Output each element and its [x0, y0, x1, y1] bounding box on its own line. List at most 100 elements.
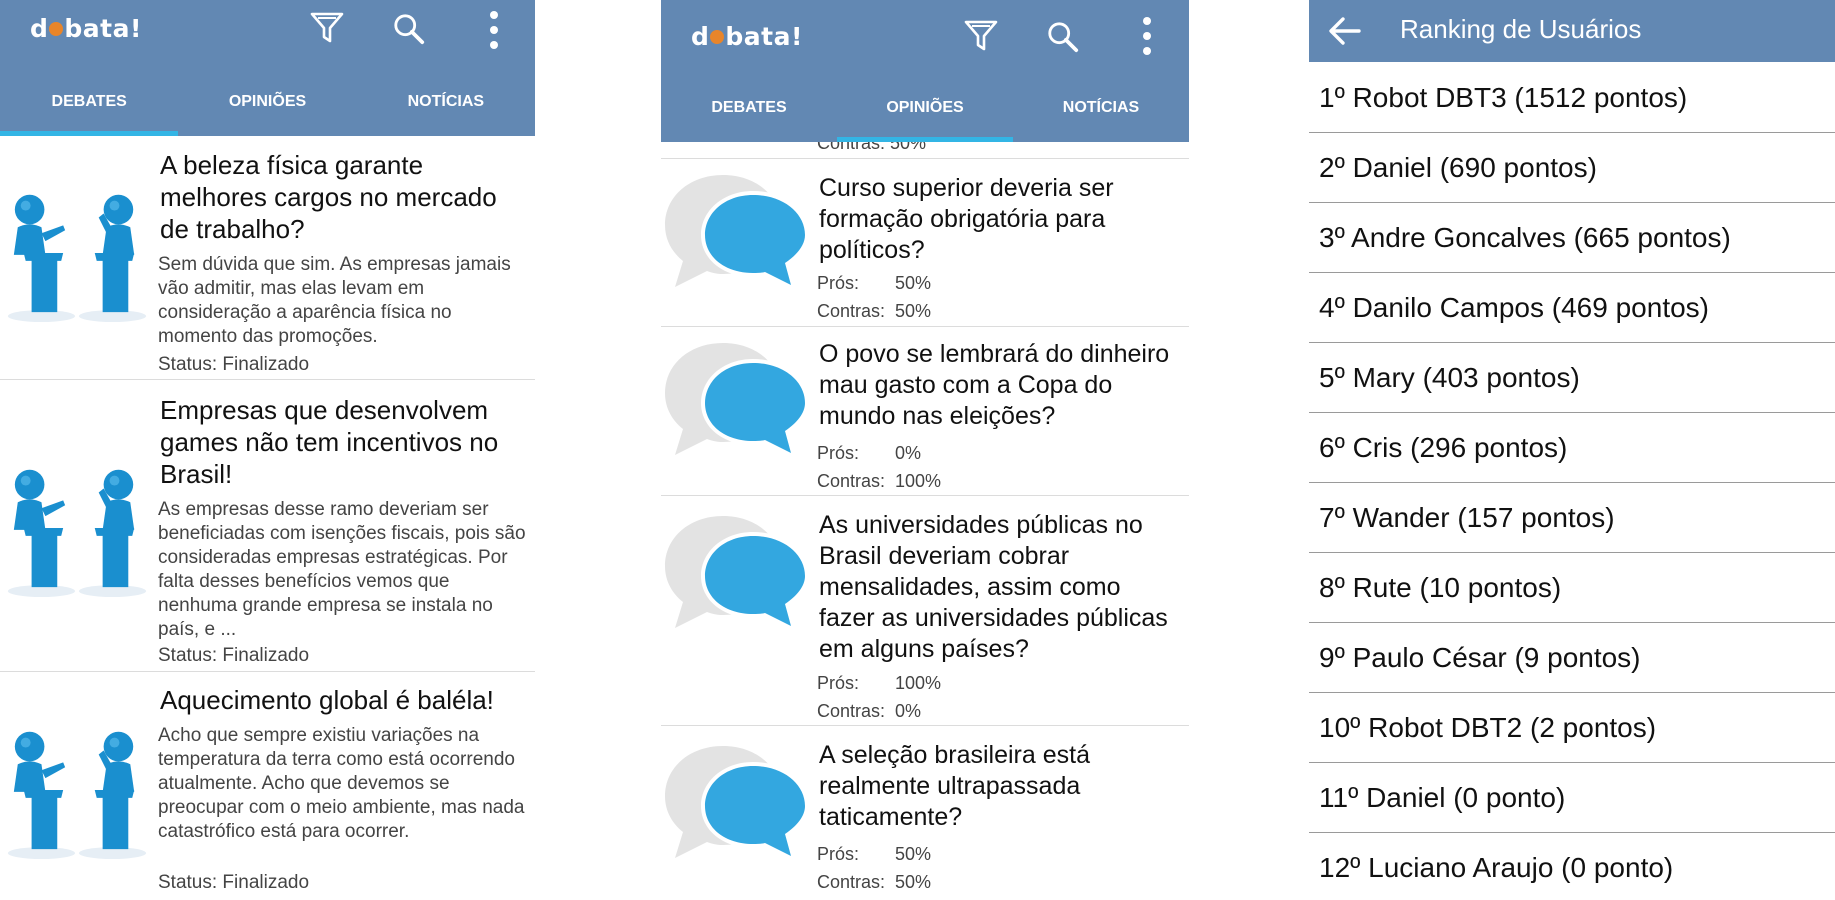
filter-icon[interactable]	[963, 18, 999, 54]
cons-value: 0%	[895, 701, 922, 721]
opinion-title: Curso superior deveria ser formação obri…	[819, 174, 1114, 264]
debate-title: A beleza física garante melhores cargos …	[160, 150, 497, 244]
debate-item[interactable]: Aquecimento global é baléla! Acho que se…	[0, 672, 535, 900]
app-logo: d bata!	[30, 14, 142, 43]
tab-label: DEBATES	[51, 93, 127, 110]
opinion-cons: Contras: 50%	[817, 868, 931, 896]
app-bar: d bata! DEBATES OPINIÕES NOTÍCIAS	[0, 0, 535, 136]
ranking-row[interactable]: 10º Robot DBT2 (2 pontos)	[1309, 693, 1835, 763]
ranking-row[interactable]: 2º Daniel (690 pontos)	[1309, 133, 1835, 203]
tab-debates[interactable]: DEBATES	[661, 94, 837, 142]
ranking-row[interactable]: 5º Mary (403 pontos)	[1309, 343, 1835, 413]
search-icon[interactable]	[392, 12, 426, 46]
logo-text-start: d	[691, 22, 710, 51]
debate-status: Status: Finalizado	[158, 645, 310, 666]
overflow-menu-icon[interactable]	[1141, 16, 1153, 56]
speech-bubble-icon	[661, 335, 821, 465]
app-bar: Ranking de Usuários	[1309, 0, 1835, 62]
tab-label: OPINIÕES	[886, 99, 964, 116]
opinion-item[interactable]: A seleção brasileira está realmente ultr…	[661, 726, 1189, 900]
debate-podium-icon	[2, 712, 150, 862]
search-icon[interactable]	[1046, 20, 1080, 54]
debate-item[interactable]: Empresas que desenvolvem games não tem i…	[0, 380, 535, 672]
debate-podium-icon	[2, 175, 150, 325]
tab-label: NOTÍCIAS	[407, 93, 485, 110]
cons-label: Contras:	[817, 471, 886, 491]
opinion-title: O povo se lembrará do dinheiro mau gasto…	[819, 340, 1170, 430]
opinion-cons: Contras: 50%	[817, 297, 931, 325]
pros-label: Prós:	[817, 443, 860, 463]
debate-summary: As empresas desse ramo deveriam ser bene…	[158, 499, 526, 640]
tab-label: DEBATES	[711, 99, 787, 116]
logo-text-end: bata!	[64, 14, 142, 43]
ranking-row[interactable]: 1º Robot DBT3 (1512 pontos)	[1309, 63, 1835, 133]
logo-text-start: d	[30, 14, 49, 43]
opinion-title: A seleção brasileira está realmente ultr…	[819, 741, 1090, 831]
debate-summary: Sem dúvida que sim. As empresas jamais v…	[158, 254, 511, 347]
overflow-menu-icon[interactable]	[488, 10, 500, 50]
logo-dot	[710, 30, 725, 44]
debate-title: Empresas que desenvolvem games não tem i…	[160, 395, 499, 489]
cons-value: 50%	[895, 301, 932, 321]
tab-noticias[interactable]: NOTÍCIAS	[357, 88, 535, 136]
opinion-item[interactable]: Curso superior deveria ser formação obri…	[661, 159, 1189, 327]
debate-status: Status: Finalizado	[158, 354, 310, 375]
pros-value: 50%	[895, 844, 932, 864]
page-title: Ranking de Usuários	[1400, 14, 1642, 44]
ranking-row[interactable]: 4º Danilo Campos (469 pontos)	[1309, 273, 1835, 343]
opinion-cons: Contras: 100%	[817, 467, 941, 495]
pros-value: 100%	[895, 673, 942, 693]
pros-label: Prós:	[817, 844, 860, 864]
app-logo: d bata!	[691, 22, 803, 51]
cons-value: 100%	[895, 471, 942, 491]
tab-bar: DEBATES OPINIÕES NOTÍCIAS	[0, 88, 535, 136]
filter-icon[interactable]	[309, 10, 345, 46]
pros-label: Prós:	[817, 273, 860, 293]
tab-noticias[interactable]: NOTÍCIAS	[1013, 94, 1189, 142]
ranking-screen: Ranking de Usuários 1º Robot DBT3 (1512 …	[1309, 0, 1835, 900]
cons-label: Contras:	[817, 701, 886, 721]
debate-status: Status: Finalizado	[158, 872, 310, 893]
opinion-item[interactable]: O povo se lembrará do dinheiro mau gasto…	[661, 327, 1189, 496]
ranking-row[interactable]: 12º Luciano Araujo (0 ponto)	[1309, 833, 1835, 900]
tab-opinioes[interactable]: OPINIÕES	[178, 88, 356, 136]
opinion-pros: Prós: 100%	[817, 669, 941, 697]
ranking-row[interactable]: 3º Andre Goncalves (665 pontos)	[1309, 203, 1835, 273]
tab-label: NOTÍCIAS	[1062, 99, 1140, 116]
back-arrow-icon[interactable]	[1325, 11, 1365, 51]
debates-screen: d bata! DEBATES OPINIÕES NOTÍCIAS A belez…	[0, 0, 535, 900]
cons-label: Contras:	[817, 301, 886, 321]
debate-summary: Acho que sempre existiu variações na tem…	[158, 725, 525, 842]
debate-item[interactable]: A beleza física garante melhores cargos …	[0, 137, 535, 380]
pros-value: 0%	[895, 443, 922, 463]
opinion-pros: Prós: 0%	[817, 439, 921, 467]
opinion-cons: Contras: 0%	[817, 697, 921, 725]
opinion-pros: Prós: 50%	[817, 269, 931, 297]
cons-value: 50%	[895, 872, 932, 892]
logo-dot	[49, 22, 64, 36]
ranking-row[interactable]: 11º Daniel (0 ponto)	[1309, 763, 1835, 833]
debate-title: Aquecimento global é baléla!	[160, 685, 494, 715]
debate-podium-icon	[2, 450, 150, 600]
tab-opinioes[interactable]: OPINIÕES	[837, 94, 1013, 142]
speech-bubble-icon	[661, 167, 821, 297]
tab-bar: DEBATES OPINIÕES NOTÍCIAS	[661, 94, 1189, 142]
logo-text-end: bata!	[725, 22, 803, 51]
cut-off-list-item: Contras: 50%	[661, 142, 1189, 159]
pros-label: Prós:	[817, 673, 860, 693]
ranking-row[interactable]: 6º Cris (296 pontos)	[1309, 413, 1835, 483]
pros-value: 50%	[895, 273, 932, 293]
opinion-pros: Prós: 50%	[817, 840, 931, 868]
speech-bubble-icon	[661, 738, 821, 868]
opinion-title: As universidades públicas no Brasil deve…	[819, 511, 1168, 663]
app-bar: d bata! DEBATES OPINIÕES NOTÍCIAS	[661, 0, 1189, 142]
opinion-item[interactable]: As universidades públicas no Brasil deve…	[661, 496, 1189, 726]
speech-bubble-icon	[661, 508, 821, 638]
ranking-row[interactable]: 8º Rute (10 pontos)	[1309, 553, 1835, 623]
cons-label: Contras:	[817, 872, 886, 892]
ranking-row[interactable]: 9º Paulo César (9 pontos)	[1309, 623, 1835, 693]
opinion-cons-cut: Contras: 50%	[817, 142, 927, 153]
ranking-row[interactable]: 7º Wander (157 pontos)	[1309, 483, 1835, 553]
tab-debates[interactable]: DEBATES	[0, 88, 179, 136]
tab-label: OPINIÕES	[228, 93, 307, 110]
